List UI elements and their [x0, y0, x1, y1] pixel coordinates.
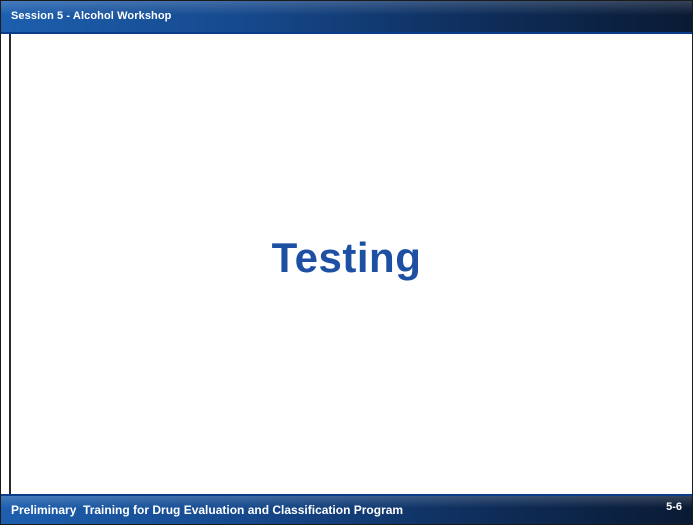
- footer-bar: Preliminary Training for Drug Evaluation…: [1, 494, 692, 524]
- program-title: Preliminary Training for Drug Evaluation…: [11, 503, 404, 517]
- session-title: Session 5 - Alcohol Workshop: [11, 10, 172, 22]
- slide: Session 5 - Alcohol Workshop Testing Pre…: [0, 0, 693, 525]
- slide-title: Testing: [271, 234, 422, 281]
- header-bar: Session 5 - Alcohol Workshop: [1, 1, 692, 34]
- slide-number: 5-6: [666, 501, 682, 513]
